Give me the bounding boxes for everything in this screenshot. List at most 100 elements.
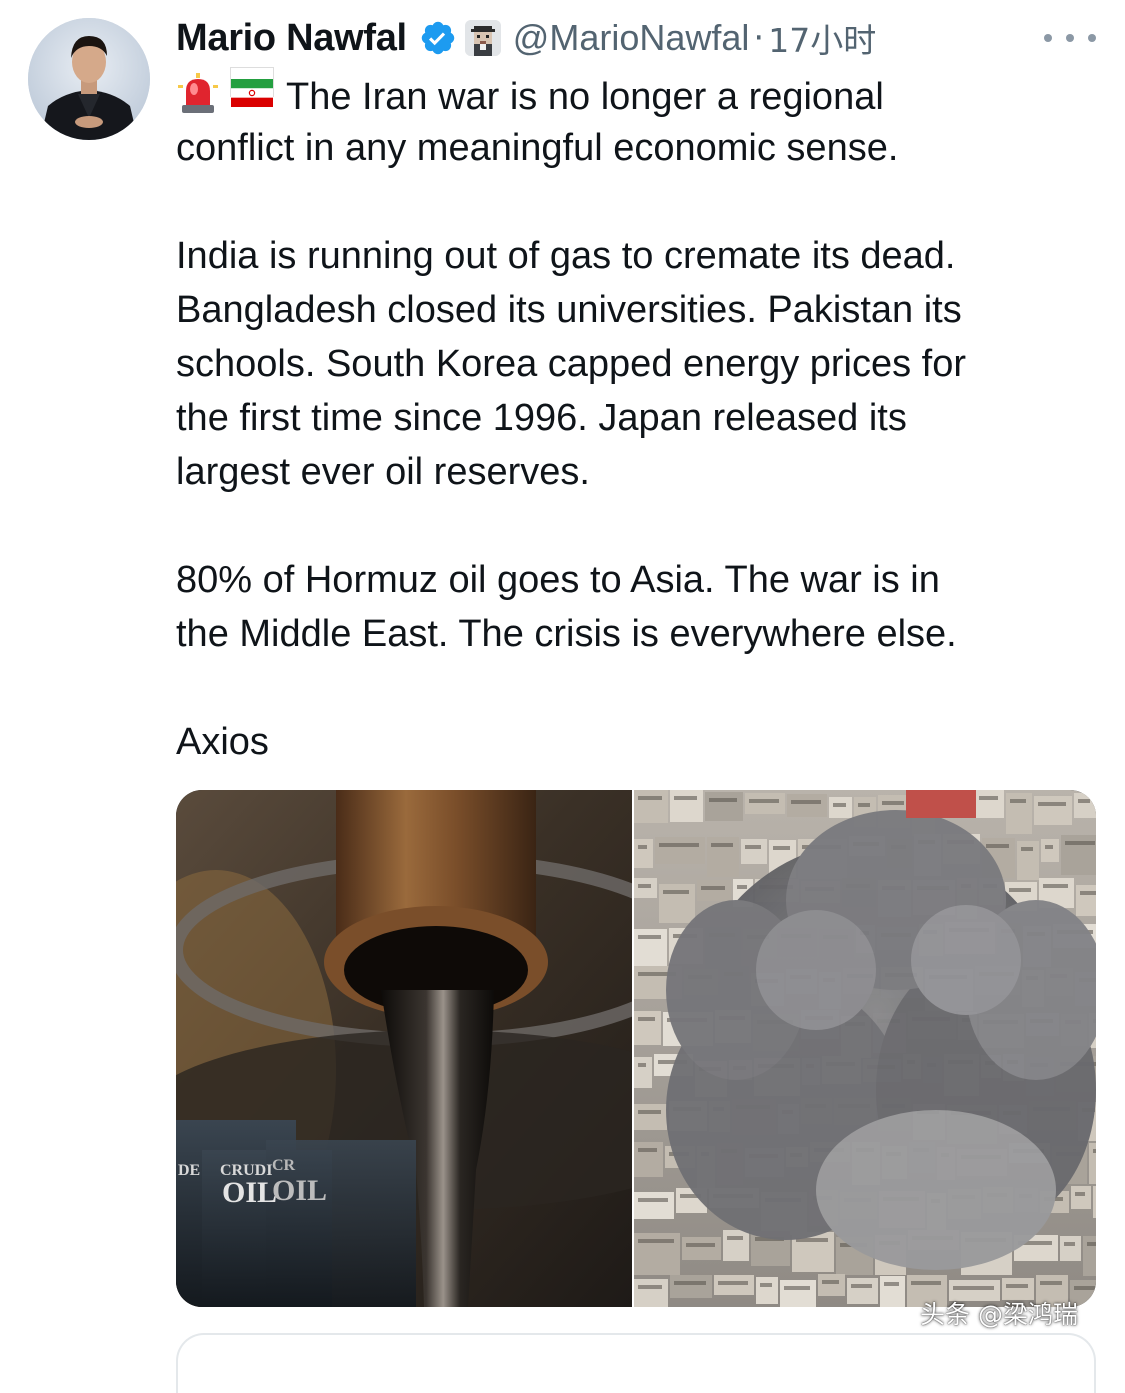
oil-barrels: DE CRUDI CR OIL OIL xyxy=(176,1120,416,1307)
city-building xyxy=(634,1104,667,1130)
city-building xyxy=(829,797,852,818)
building-window xyxy=(1043,884,1068,888)
building-window xyxy=(1075,1192,1085,1196)
building-window xyxy=(686,1243,715,1247)
building-window xyxy=(1006,1284,1028,1288)
city-building xyxy=(1074,793,1096,818)
city-building xyxy=(1041,839,1059,862)
building-window xyxy=(1038,802,1066,806)
building-window xyxy=(986,844,1009,848)
building-window xyxy=(727,1236,743,1240)
barrel-label: OIL xyxy=(272,1174,327,1207)
city-building xyxy=(1071,1186,1091,1209)
building-window xyxy=(1010,799,1026,803)
tweet-text-line: schools. South Korea capped energy price… xyxy=(176,343,967,385)
city-building xyxy=(670,1275,712,1298)
building-window xyxy=(760,1283,772,1287)
city-building xyxy=(756,1277,778,1304)
city-building xyxy=(745,793,785,814)
building-window xyxy=(749,799,779,803)
tweet-text-line: the first time since 1996. Japan release… xyxy=(176,397,907,439)
city-building xyxy=(682,1237,721,1260)
building-window xyxy=(858,803,870,807)
city-building xyxy=(697,880,731,901)
building-window xyxy=(1021,847,1033,851)
tweet[interactable]: Mario Nawfal @MarioNawfal · 17小时 The Ira… xyxy=(0,0,1125,1393)
author-display-name[interactable]: Mario Nawfal xyxy=(176,17,407,60)
building-window xyxy=(663,890,689,894)
city-building xyxy=(634,1011,661,1045)
city-building xyxy=(741,839,767,864)
city-building xyxy=(655,837,705,864)
tweet-timestamp[interactable]: 17小时 xyxy=(768,14,876,62)
building-window xyxy=(659,843,699,847)
building-window xyxy=(1040,1281,1062,1285)
building-window xyxy=(737,885,747,889)
city-building xyxy=(723,1230,749,1261)
building-window xyxy=(791,800,821,804)
building-window xyxy=(711,843,733,847)
city-building xyxy=(634,839,653,868)
city-building xyxy=(818,1274,845,1296)
building-window xyxy=(1087,1242,1096,1246)
building-window xyxy=(1045,845,1053,849)
next-card-edge xyxy=(176,1333,1096,1393)
tweet-text-line: largest ever oil reserves. xyxy=(176,451,590,493)
city-building xyxy=(670,790,703,822)
city-building xyxy=(975,790,1004,818)
building-window xyxy=(745,845,761,849)
smoke-city-image xyxy=(634,790,1096,1307)
author-handle[interactable]: @MarioNawfal xyxy=(513,17,750,59)
author-avatar[interactable] xyxy=(28,18,150,140)
building-window xyxy=(1078,799,1090,803)
building-window xyxy=(1093,1149,1096,1153)
building-window xyxy=(1080,891,1096,895)
building-window xyxy=(884,1282,899,1286)
building-window xyxy=(784,1286,810,1290)
building-window xyxy=(718,1281,748,1285)
siren-emoji-icon xyxy=(176,71,220,115)
building-window xyxy=(773,846,790,850)
tweet-text-line: conflict in any meaningful economic sens… xyxy=(176,127,899,169)
building-window xyxy=(1064,1242,1075,1246)
city-building xyxy=(634,1279,668,1307)
city-building xyxy=(1034,796,1072,825)
building-window xyxy=(1074,1286,1096,1290)
city-building xyxy=(780,1280,816,1307)
barrel-label: CR xyxy=(272,1157,296,1174)
building-window xyxy=(638,884,651,888)
tweet-text-line: 80% of Hormuz oil goes to Asia. The war … xyxy=(176,559,940,601)
tweet-text: The Iran war is no longer a regional con… xyxy=(176,67,1096,769)
city-building xyxy=(1076,885,1096,916)
tweet-text-line: Bangladesh closed its universities. Paki… xyxy=(176,289,962,331)
more-options-icon[interactable] xyxy=(1044,22,1096,54)
building-window xyxy=(822,1280,839,1284)
city-building xyxy=(787,794,827,817)
building-window xyxy=(638,1239,674,1243)
building-window xyxy=(638,1198,668,1202)
city-building xyxy=(634,1142,663,1177)
city-building xyxy=(1017,841,1039,880)
tweet-text-line: India is running out of gas to cremate i… xyxy=(176,235,956,277)
building-window xyxy=(911,1281,941,1285)
building-window xyxy=(674,1281,706,1285)
watermark: 头条 @梁鸿瑞 xyxy=(920,1300,1078,1329)
tweet-source: Axios xyxy=(176,721,269,763)
building-window xyxy=(1065,841,1095,845)
city-building xyxy=(634,1057,652,1088)
tweet-line: The Iran war is no longer a regional xyxy=(176,67,1096,121)
iran-flag-emoji-icon xyxy=(230,67,274,107)
building-window xyxy=(638,935,661,939)
tweet-media[interactable]: DE CRUDI CR OIL OIL xyxy=(176,790,1096,1307)
building-window xyxy=(638,1063,646,1067)
barrel-label: DE xyxy=(178,1162,200,1179)
affiliate-badge-icon[interactable] xyxy=(464,20,501,56)
building-window xyxy=(674,796,697,800)
city-building xyxy=(1060,1236,1081,1261)
building-window xyxy=(701,886,725,890)
tweet-text-line: the Middle East. The crisis is everywher… xyxy=(176,613,957,655)
building-window xyxy=(851,1284,872,1288)
building-window xyxy=(882,801,904,805)
verified-badge-icon[interactable] xyxy=(419,19,457,57)
city-building xyxy=(634,1192,674,1219)
